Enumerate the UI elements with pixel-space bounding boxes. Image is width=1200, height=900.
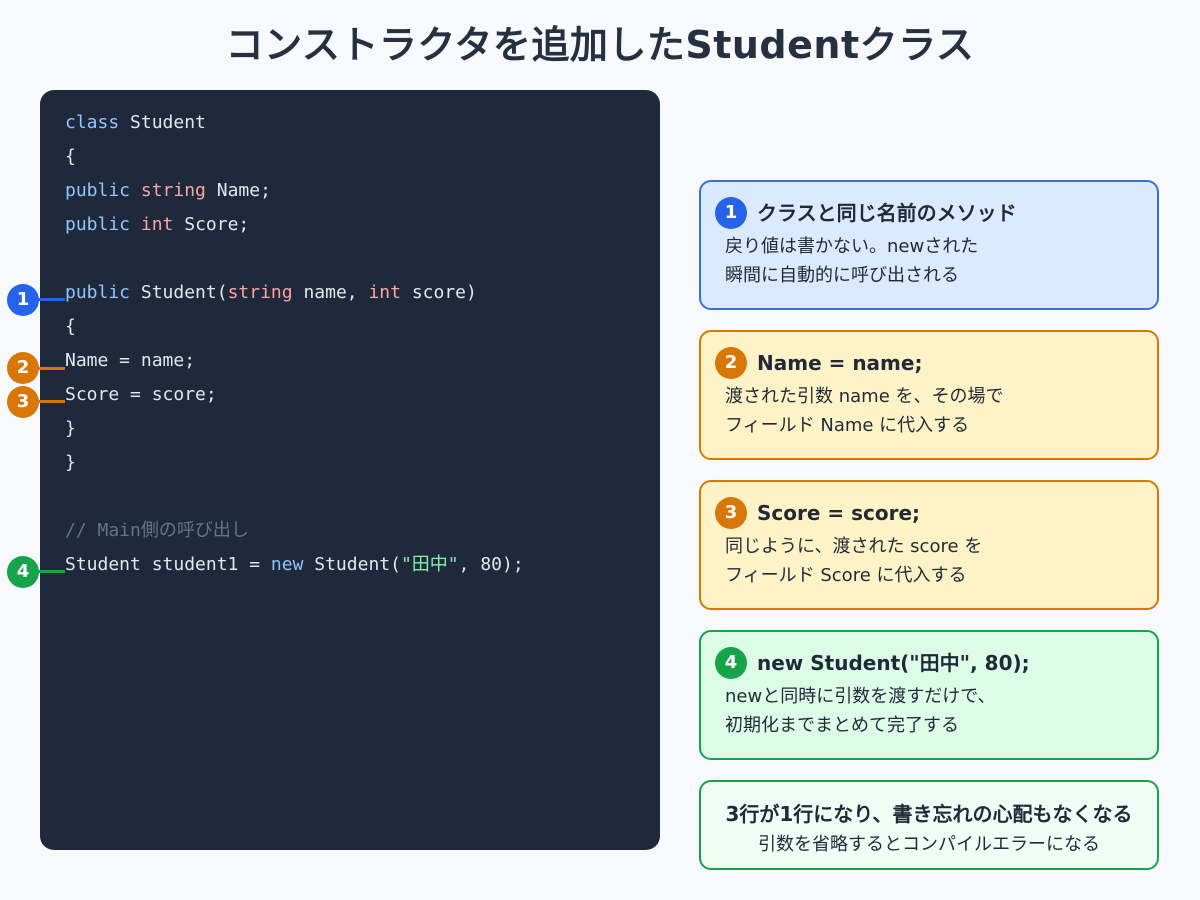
marker-connector-2 [37,367,65,370]
type: string [227,282,293,303]
page-title: コンストラクタを追加したStudentクラス [225,23,975,67]
marker-connector-3 [37,400,65,403]
explanation-card-4: 4 new Student("田中", 80); newと同時に引数を渡すだけで… [699,630,1159,760]
code-text: Student student1 = [65,554,271,575]
code-text: score) [400,282,477,303]
code-line-class: class Student [65,106,206,140]
card-text-line: 戻り値は書かない。newされた [725,236,979,257]
type: int [368,282,401,303]
card-text-line: 同じように、渡された score を [725,536,983,557]
card-title: Name = name; [757,351,923,375]
code-line-constructor: public Student(string name, int score) [65,276,477,310]
code-line-close-brace: } [65,452,76,473]
card-text-line: newと同時に引数を渡すだけで、 [725,686,996,707]
card-badge: 3 [715,497,747,529]
card-text: newと同時に引数を渡すだけで、 初期化までまとめて完了する [725,682,1145,740]
string-literal: "田中" [400,554,459,575]
code-text: Name; [205,180,271,201]
card-title: クラスと同じ名前のメソッド [757,201,1017,225]
keyword: class [65,112,120,133]
code-text: , 80); [458,554,524,575]
summary-sub-text: 引数を省略するとコンパイルエラーになる [758,834,1100,855]
card-text-line: 渡された引数 name を、その場で [725,386,1004,407]
explanation-card-3: 3 Score = score; 同じように、渡された score を フィール… [699,480,1159,610]
code-text: Student( [130,282,228,303]
code-text: Student( [303,554,401,575]
keyword: new [270,554,304,575]
keyword: public [65,180,131,201]
card-text: 渡された引数 name を、その場で フィールド Name に代入する [725,382,1145,440]
card-text-line: フィールド Name に代入する [725,415,970,436]
card-badge: 2 [715,347,747,379]
marker-connector-1 [37,298,65,301]
keyword: public [65,282,131,303]
type: string [140,180,206,201]
card-text-line: 初期化までまとめて完了する [725,715,959,736]
keyword: public [65,214,131,235]
type: int [140,214,174,235]
card-title: Score = score; [757,501,921,525]
summary-main-text: 3行が1行になり、書き忘れの心配もなくなる [725,802,1133,826]
marker-badge-2: 2 [7,352,39,384]
code-line-open-brace: { [65,316,76,337]
marker-badge-3: 3 [7,386,39,418]
code-line-open-brace: { [65,146,76,167]
card-text: 戻り値は書かない。newされた 瞬間に自動的に呼び出される [725,232,1145,290]
code-text: Student [119,112,206,133]
summary-box: 3行が1行になり、書き忘れの心配もなくなる 引数を省略するとコンパイルエラーにな… [699,780,1159,870]
code-text: name, [292,282,369,303]
card-title: new Student("田中", 80); [757,651,1030,675]
marker-connector-4 [37,570,65,573]
card-badge: 4 [715,647,747,679]
explanation-card-1: 1 クラスと同じ名前のメソッド 戻り値は書かない。newされた 瞬間に自動的に呼… [699,180,1159,310]
explanation-card-2: 2 Name = name; 渡された引数 name を、その場で フィールド … [699,330,1159,460]
marker-badge-1: 1 [7,284,39,316]
card-text: 同じように、渡された score を フィールド Score に代入する [725,532,1145,590]
code-line-assign-name: Name = name; [65,350,196,371]
card-text-line: 瞬間に自動的に呼び出される [725,265,959,286]
code-line-close-brace: } [65,418,76,439]
code-line-score-field: public int Score; [65,208,249,242]
code-line-assign-score: Score = score; [65,384,217,405]
marker-badge-4: 4 [7,556,39,588]
code-line-comment: // Main側の呼び出し [65,520,249,541]
code-line-new-student: Student student1 = new Student("田中", 80)… [65,548,524,582]
code-text: Score; [173,214,250,235]
card-badge: 1 [715,197,747,229]
card-text-line: フィールド Score に代入する [725,565,967,586]
code-line-name-field: public string Name; [65,174,271,208]
